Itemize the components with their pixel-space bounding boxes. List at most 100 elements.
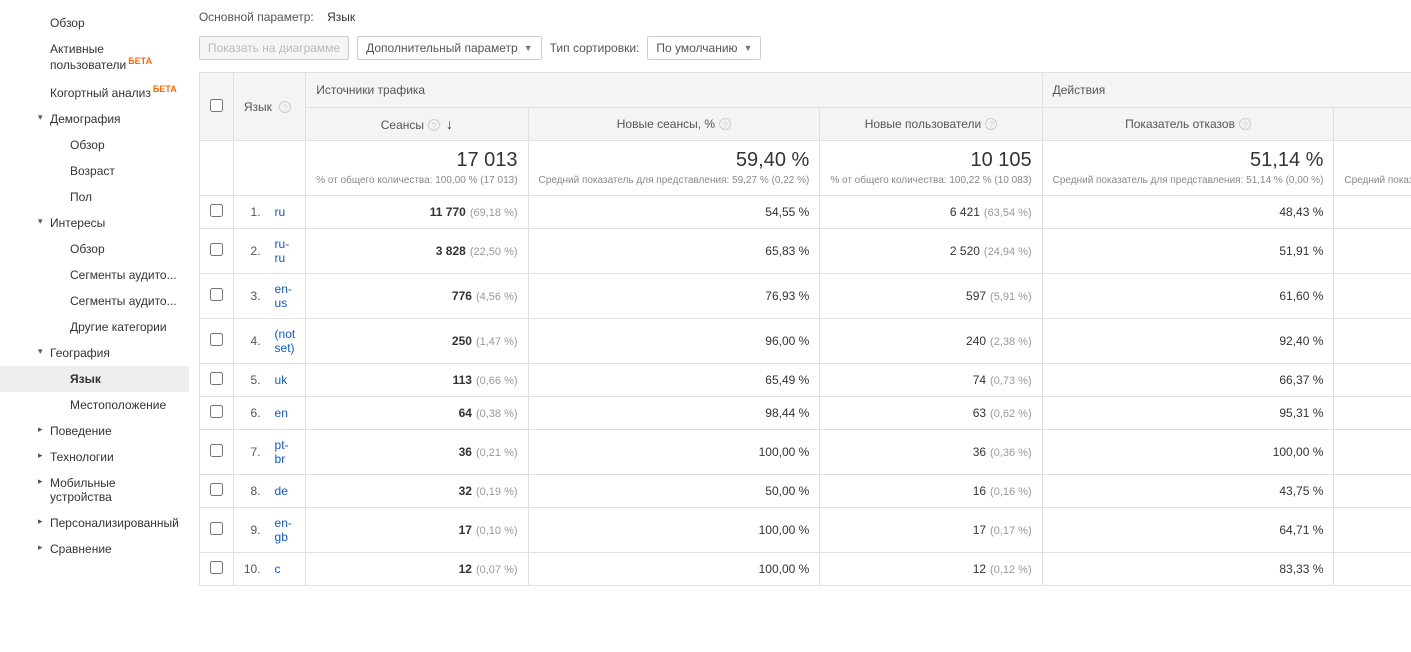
sidebar-subitem[interactable]: Обзор (0, 132, 189, 158)
row-checkbox[interactable] (210, 483, 223, 496)
show-on-chart-button: Показать на диаграмме (199, 36, 349, 60)
cell-new-users: 6 421(63,54 %) (820, 196, 1042, 229)
language-link[interactable]: en-gb (275, 516, 292, 544)
row-language: ru (265, 196, 306, 229)
metric-header[interactable]: Страниц/сеанс? (1334, 108, 1411, 141)
cell-pages: 1,88 (1334, 508, 1411, 553)
help-icon[interactable]: ? (428, 119, 440, 131)
sidebar-item[interactable]: Активные пользователиБЕТА (0, 36, 189, 78)
summary-sub: Средний показатель для представления: 51… (1053, 174, 1324, 187)
cell-bounce: 83,33 % (1042, 553, 1334, 586)
row-checkbox[interactable] (210, 372, 223, 385)
row-checkbox[interactable] (210, 444, 223, 457)
row-checkbox[interactable] (210, 288, 223, 301)
row-checkbox[interactable] (210, 561, 223, 574)
sidebar-item[interactable]: Обзор (0, 10, 189, 36)
sidebar-subitem[interactable]: Сегменты аудито... (0, 288, 189, 314)
sidebar-subitem[interactable]: Язык (0, 366, 189, 392)
summary-cell: 51,14 %Средний показатель для представле… (1042, 141, 1334, 196)
cell-bounce: 95,31 % (1042, 397, 1334, 430)
sidebar-item[interactable]: Мобильные устройства (0, 470, 189, 510)
row-checkbox[interactable] (210, 522, 223, 535)
cell-new-users: 2 520(24,94 %) (820, 229, 1042, 274)
metric-header[interactable]: Сеансы?↓ (306, 108, 528, 141)
sidebar-item[interactable]: География (0, 340, 189, 366)
cell-sessions: 113(0,66 %) (306, 364, 528, 397)
main-content: Основной параметр: Язык Показать на диаг… (189, 0, 1411, 586)
cell-bounce: 43,75 % (1042, 475, 1334, 508)
cell-new-sessions-pct: 98,44 % (528, 397, 820, 430)
language-link[interactable]: en (275, 406, 288, 420)
row-index: 10. (233, 553, 264, 586)
primary-dimension-value[interactable]: Язык (327, 10, 355, 24)
cell-new-users: 240(2,38 %) (820, 319, 1042, 364)
language-link[interactable]: ru (275, 205, 286, 219)
help-icon[interactable]: ? (719, 118, 731, 130)
language-link[interactable]: (not set) (275, 327, 296, 355)
sort-type-value: По умолчанию (656, 41, 737, 55)
row-index: 6. (233, 397, 264, 430)
row-index: 9. (233, 508, 264, 553)
sort-type-label: Тип сортировки: (550, 41, 640, 55)
language-link[interactable]: c (275, 562, 281, 576)
cell-pages: 1,10 (1334, 319, 1411, 364)
sidebar-subitem[interactable]: Местоположение (0, 392, 189, 418)
metric-header[interactable]: Новые сеансы, %? (528, 108, 820, 141)
sidebar-subitem[interactable]: Другие категории (0, 314, 189, 340)
row-checkbox[interactable] (210, 243, 223, 256)
cell-new-sessions-pct: 100,00 % (528, 553, 820, 586)
select-all-checkbox[interactable] (210, 99, 223, 112)
sidebar-item[interactable]: Демография (0, 106, 189, 132)
language-link[interactable]: en-us (275, 282, 292, 310)
sidebar-item[interactable]: Технологии (0, 444, 189, 470)
select-all-header (199, 73, 233, 141)
sidebar-subitem[interactable]: Сегменты аудито... (0, 262, 189, 288)
primary-dimension-label: Основной параметр: (199, 10, 314, 24)
cell-new-sessions-pct: 54,55 % (528, 196, 820, 229)
dimension-header-label: Язык (244, 100, 272, 114)
sidebar-subitem[interactable]: Пол (0, 184, 189, 210)
row-language: uk (265, 364, 306, 397)
cell-bounce: 66,37 % (1042, 364, 1334, 397)
cell-new-users: 12(0,12 %) (820, 553, 1042, 586)
table-row: 2.ru-ru3 828(22,50 %)65,83 %2 520(24,94 … (199, 229, 1411, 274)
row-language: (not set) (265, 319, 306, 364)
cell-pages: 1,99 (1334, 274, 1411, 319)
metric-header[interactable]: Новые пользователи? (820, 108, 1042, 141)
row-language: en (265, 397, 306, 430)
help-icon[interactable]: ? (985, 118, 997, 130)
summary-cell: 3,06Средний показатель для представления… (1334, 141, 1411, 196)
dimension-header[interactable]: Язык ? (233, 73, 305, 141)
primary-dimension-line: Основной параметр: Язык (199, 10, 1411, 24)
row-index: 5. (233, 364, 264, 397)
language-link[interactable]: pt-br (275, 438, 289, 466)
row-index: 7. (233, 430, 264, 475)
cell-new-users: 36(0,36 %) (820, 430, 1042, 475)
language-link[interactable]: de (275, 484, 288, 498)
cell-pages: 3,15 (1334, 196, 1411, 229)
metric-label: Новые пользователи (865, 117, 982, 131)
secondary-dimension-dropdown[interactable]: Дополнительный параметр ▼ (357, 36, 542, 60)
sidebar-item[interactable]: Когортный анализБЕТА (0, 78, 189, 106)
cell-new-users: 74(0,73 %) (820, 364, 1042, 397)
sidebar-subitem[interactable]: Возраст (0, 158, 189, 184)
metric-header[interactable]: Показатель отказов? (1042, 108, 1334, 141)
language-link[interactable]: ru-ru (275, 237, 290, 265)
sidebar-item[interactable]: Поведение (0, 418, 189, 444)
row-checkbox[interactable] (210, 204, 223, 217)
summary-cell: 10 105% от общего количества: 100,22 % (… (820, 141, 1042, 196)
sort-type-dropdown[interactable]: По умолчанию ▼ (647, 36, 761, 60)
summary-value: 59,40 % (539, 149, 810, 172)
cell-pages: 1,00 (1334, 430, 1411, 475)
cell-new-users: 16(0,16 %) (820, 475, 1042, 508)
language-link[interactable]: uk (275, 373, 288, 387)
help-icon[interactable]: ? (279, 101, 291, 113)
sidebar-item[interactable]: Персонализированный (0, 510, 189, 536)
sidebar-subitem[interactable]: Обзор (0, 236, 189, 262)
cell-new-sessions-pct: 76,93 % (528, 274, 820, 319)
sidebar-item[interactable]: Интересы (0, 210, 189, 236)
help-icon[interactable]: ? (1239, 118, 1251, 130)
row-checkbox[interactable] (210, 405, 223, 418)
row-checkbox[interactable] (210, 333, 223, 346)
sidebar-item[interactable]: Сравнение (0, 536, 189, 562)
